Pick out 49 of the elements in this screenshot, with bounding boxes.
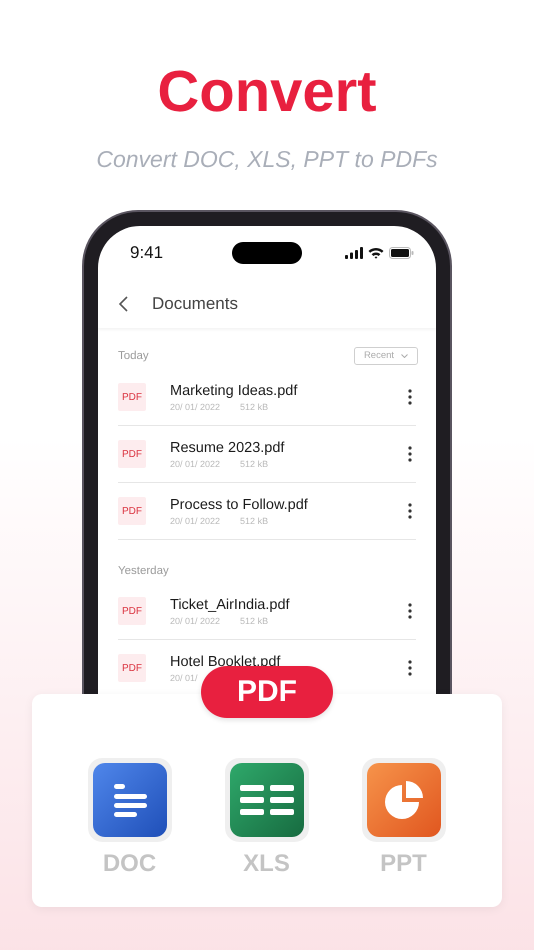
pdf-badge: PDF [118,383,146,411]
file-size: 512 kB [240,402,268,412]
document-icon [92,763,166,837]
file-item[interactable]: PDF Resume 2023.pdf 20/ 01/ 2022 512 kB [118,426,416,483]
format-tile[interactable] [224,758,308,842]
spreadsheet-icon [230,763,304,837]
file-date: 20/ 01/ 2022 [170,402,220,412]
file-item[interactable]: PDF Ticket_AirIndia.pdf 20/ 01/ 2022 512 kB [118,583,416,640]
more-icon[interactable] [408,446,412,462]
wifi-icon [368,247,384,259]
chevron-down-icon [401,354,408,358]
pdf-badge: PDF [118,654,146,682]
file-name: Resume 2023.pdf [170,440,284,456]
section-label: Today [118,350,149,362]
battery-icon [389,247,414,259]
format-tile[interactable] [362,758,446,842]
format-label: PPT [380,850,427,878]
file-name: Process to Follow.pdf [170,496,308,512]
format-label: DOC [102,850,156,878]
file-size: 512 kB [240,458,268,468]
page-subtitle: Convert DOC, XLS, PPT to PDFs [95,145,439,174]
file-date: 20/ 01/ 2022 [170,616,220,626]
pdf-badge: PDF [118,597,146,625]
more-icon[interactable] [408,660,412,676]
file-date: 20/ 01/ 2022 [170,458,220,468]
target-format-badge: PDF [201,666,333,718]
more-icon[interactable] [408,389,412,405]
pie-chart-icon [366,763,440,837]
page-title: Convert [156,58,378,124]
back-icon[interactable] [118,296,130,312]
screen-title: Documents [152,294,238,314]
file-size: 512 kB [240,616,268,626]
format-tile[interactable] [88,758,172,842]
file-name: Marketing Ideas.pdf [170,382,298,398]
file-name: Ticket_AirIndia.pdf [170,596,290,612]
file-size: 512 kB [240,516,268,526]
section-label: Yesterday [118,564,169,576]
file-date: 20/ 01/ [170,672,198,682]
format-label: XLS [243,850,290,878]
file-date: 20/ 01/ 2022 [170,516,220,526]
pdf-badge: PDF [118,497,146,525]
pdf-badge: PDF [118,440,146,468]
file-item[interactable]: PDF Marketing Ideas.pdf 20/ 01/ 2022 512 kB [118,369,416,426]
status-time: 9:41 [130,243,164,263]
more-icon[interactable] [408,603,412,619]
signal-icon [345,247,363,259]
camera-notch [232,242,302,264]
file-item[interactable]: PDF Process to Follow.pdf 20/ 01/ 2022 512 kB [118,483,416,540]
more-icon[interactable] [408,503,412,519]
